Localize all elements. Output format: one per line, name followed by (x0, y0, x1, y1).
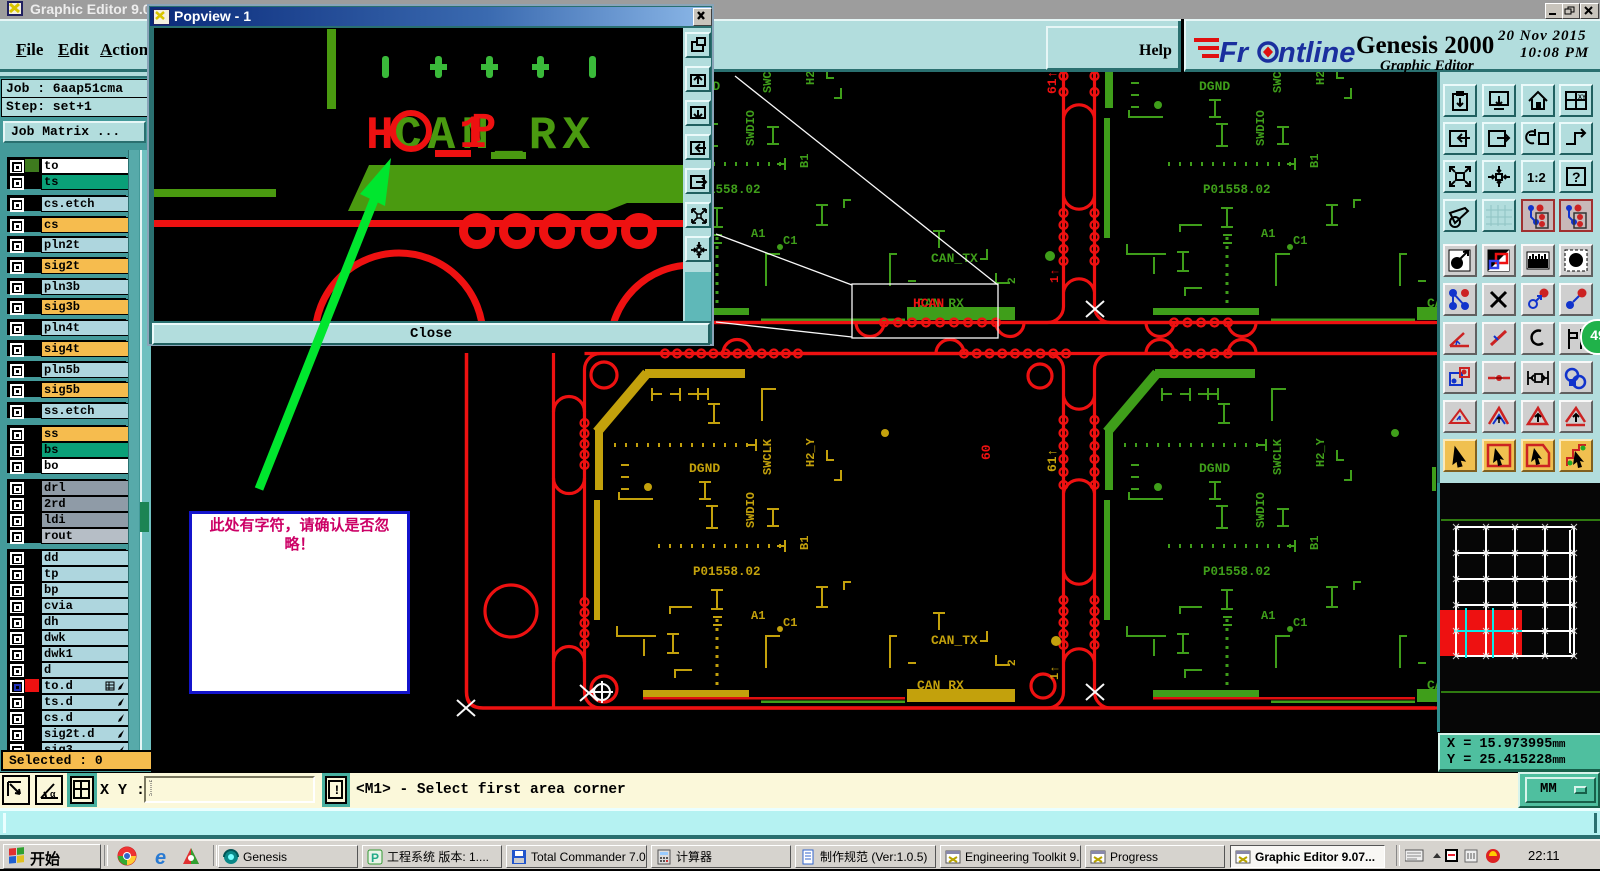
svg-text:!: ! (333, 783, 341, 798)
svg-text:?: ? (1572, 169, 1581, 185)
svg-text:H: H (366, 110, 394, 162)
svg-text:P: P (371, 851, 379, 865)
svg-text:1↑: 1↑ (1048, 666, 1062, 680)
svg-text:Fr: Fr (1219, 37, 1250, 69)
svg-text:ntline: ntline (1278, 37, 1355, 69)
svg-text:60: 60 (979, 444, 994, 460)
svg-text:61↑: 61↑ (1045, 72, 1060, 94)
svg-text:1:2: 1:2 (1527, 170, 1546, 185)
svg-text:P: P (471, 106, 496, 154)
svg-text:HCAN: HCAN (913, 296, 944, 311)
svg-text:α: α (50, 789, 56, 799)
svg-text:1↑: 1↑ (1048, 269, 1062, 283)
svg-text:XY: XY (1578, 95, 1586, 101)
svg-text:61↑: 61↑ (1045, 449, 1060, 472)
svg-text:e: e (155, 847, 166, 867)
